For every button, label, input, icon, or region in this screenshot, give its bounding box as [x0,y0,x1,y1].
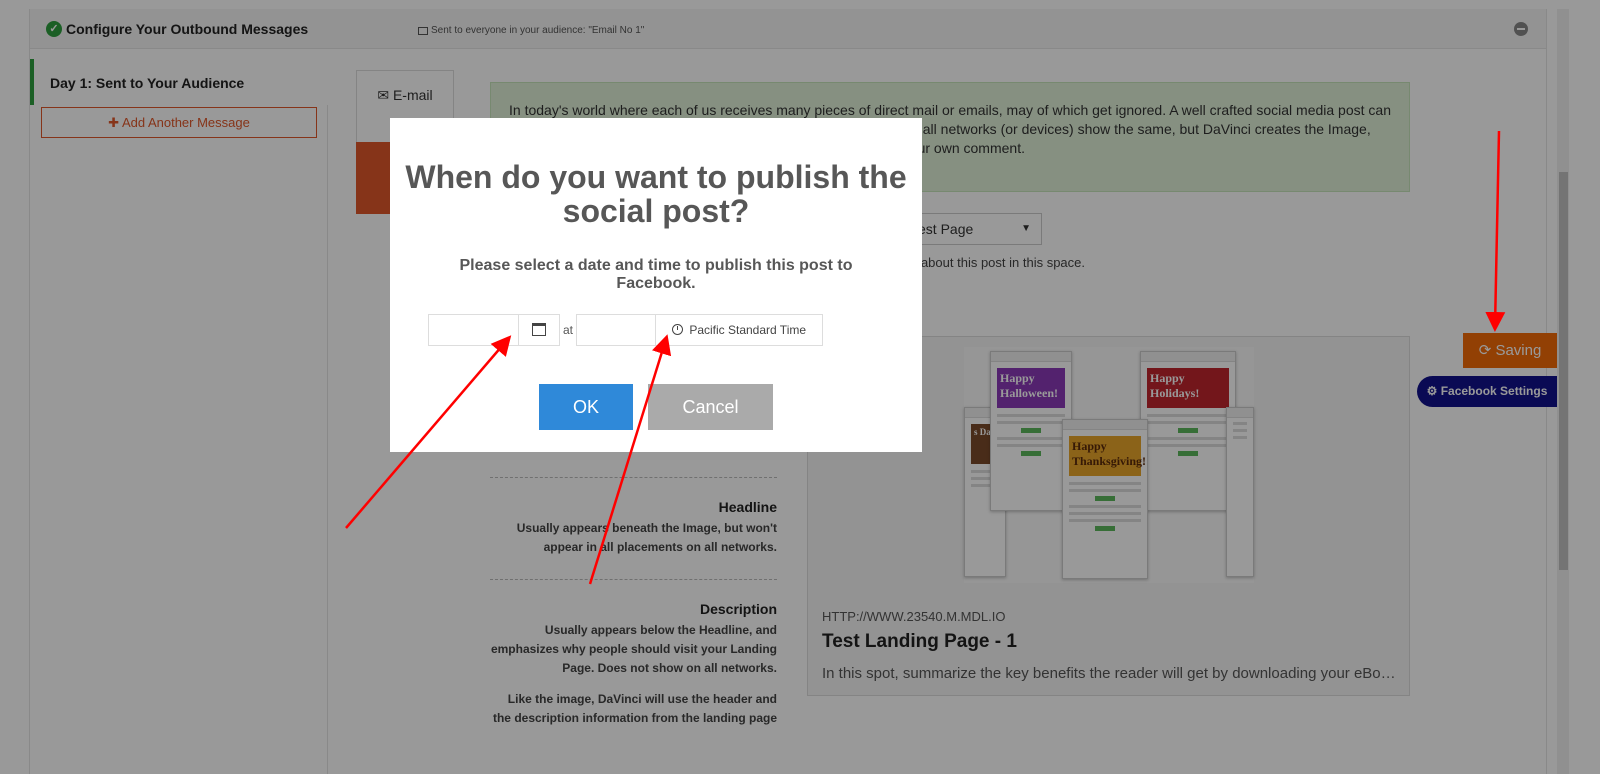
date-input[interactable] [428,314,519,346]
calendar-icon [532,323,546,337]
at-label: at [563,323,574,337]
publish-schedule-modal: When do you want to publish the social p… [390,118,922,452]
modal-subtitle: Please select a date and time to publish… [459,257,853,292]
clock-icon [671,324,683,335]
date-picker-button[interactable] [518,314,560,346]
timezone-button[interactable]: Pacific Standard Time [655,314,823,346]
modal-title: When do you want to publish the social p… [405,159,907,229]
cancel-button[interactable]: Cancel [648,384,773,430]
time-input[interactable] [576,314,656,346]
timezone-label: Pacific Standard Time [689,323,807,337]
ok-button[interactable]: OK [539,384,633,430]
